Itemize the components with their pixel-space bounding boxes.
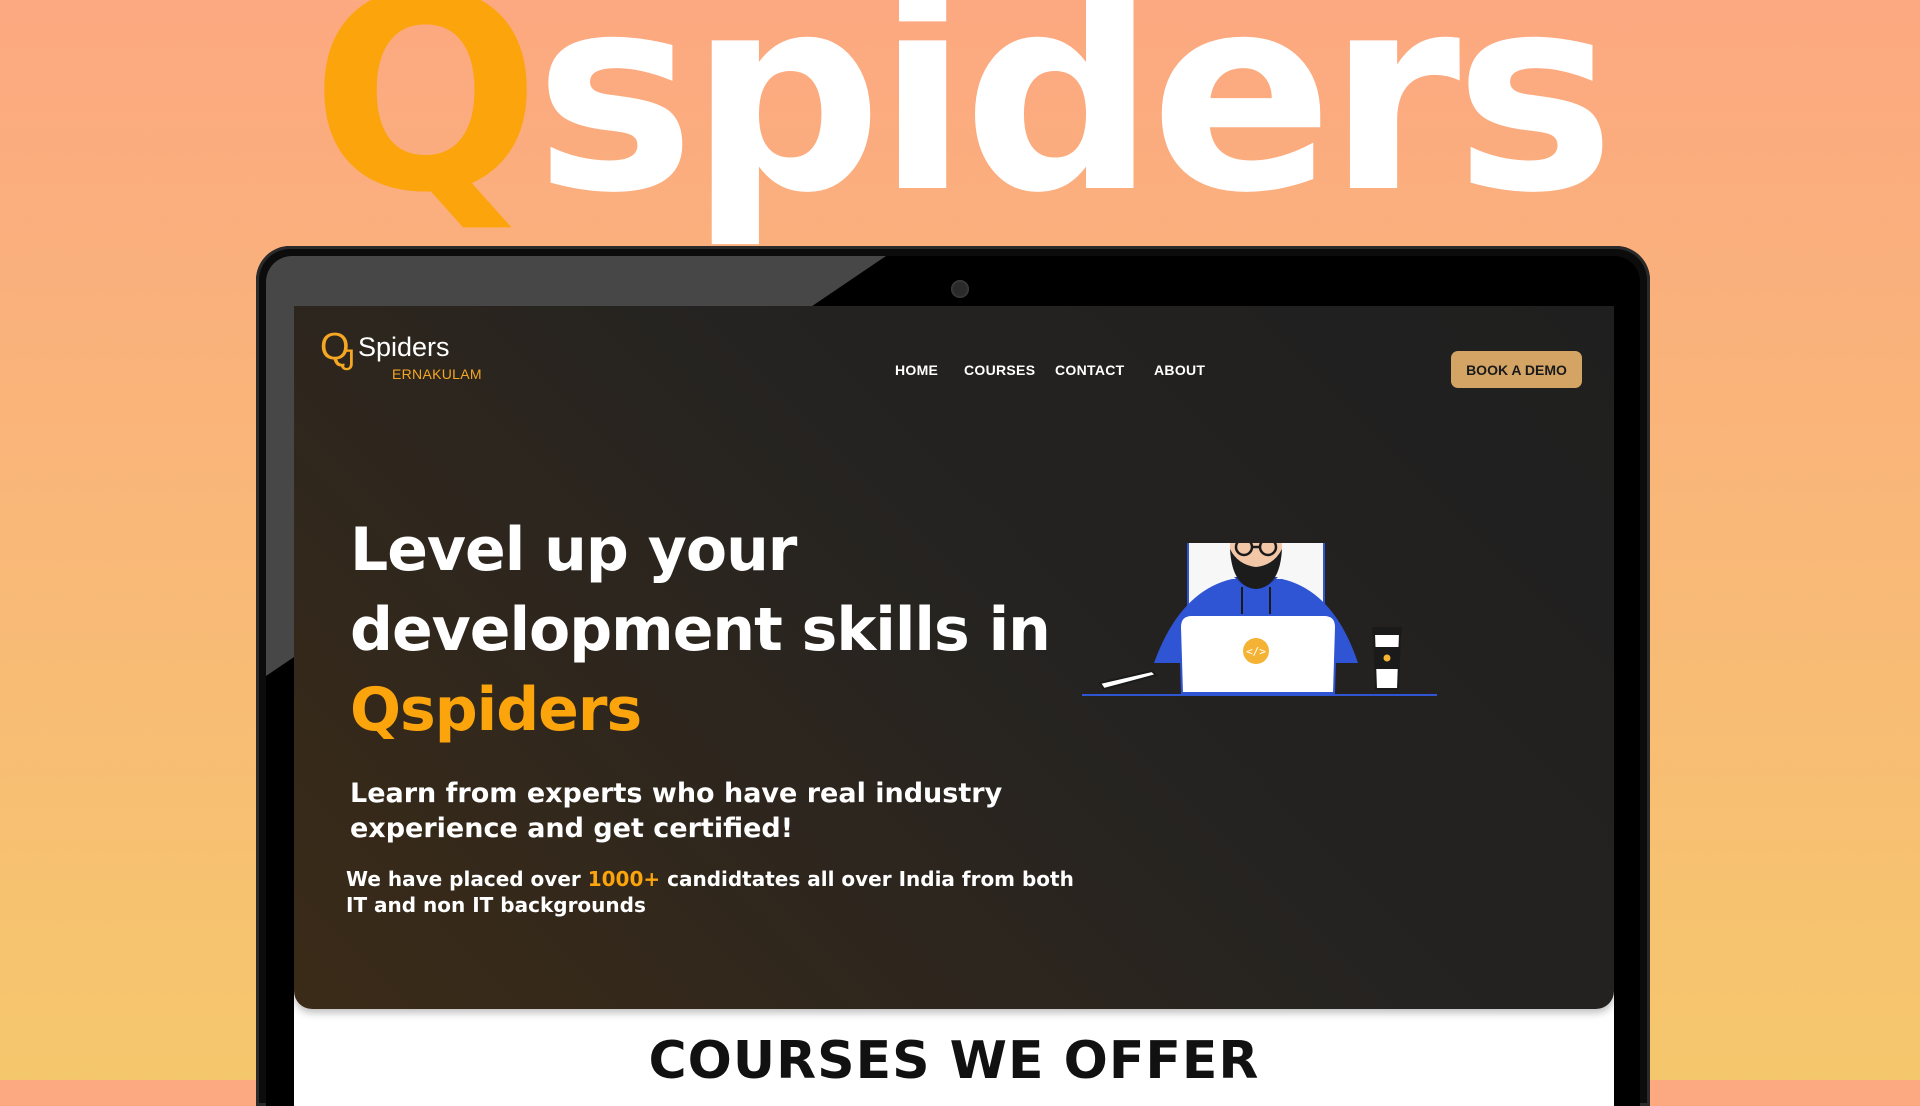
subheading-line2: experience and get certified! bbox=[350, 813, 794, 844]
logo-name: Spiders bbox=[358, 332, 450, 362]
book-demo-button[interactable]: BOOK A DEMO bbox=[1451, 351, 1582, 388]
headline-line2: development skills in bbox=[350, 595, 1051, 665]
placed-count: 1000+ bbox=[587, 867, 661, 891]
webcam-icon bbox=[951, 280, 969, 298]
developer-illustration: </> bbox=[1082, 543, 1437, 696]
website-screen: Q J Spiders ERNAKULAM HOME COURSES CONTA… bbox=[294, 306, 1614, 1106]
coffee-lid bbox=[1372, 627, 1402, 635]
nav-home[interactable]: HOME bbox=[895, 362, 938, 378]
nav-courses[interactable]: COURSES bbox=[964, 362, 1035, 378]
nav-about[interactable]: ABOUT bbox=[1154, 362, 1205, 378]
hero-section: Q J Spiders ERNAKULAM HOME COURSES CONTA… bbox=[294, 306, 1614, 1009]
coffee-logo bbox=[1383, 654, 1391, 662]
headline-line1: Level up your bbox=[350, 515, 797, 585]
hero-subheading: Learn from experts who have real industr… bbox=[350, 776, 1050, 846]
subheading-line1: Learn from experts who have real industr… bbox=[350, 778, 1003, 809]
logo-j: J bbox=[340, 344, 355, 377]
placed-suffix: candidtates all over India from both bbox=[660, 867, 1074, 891]
courses-section-title: COURSES WE OFFER bbox=[648, 1031, 1260, 1091]
nav-contact[interactable]: CONTACT bbox=[1055, 362, 1125, 378]
headline-accent: Qspiders bbox=[350, 675, 642, 745]
logo-location: ERNAKULAM bbox=[392, 366, 482, 382]
placement-text: We have placed over 1000+ candidtates al… bbox=[346, 866, 1106, 918]
placed-line2: IT and non IT backgrounds bbox=[346, 893, 646, 917]
phone-icon bbox=[1098, 669, 1158, 691]
banner-logo-rest: spiders bbox=[534, 0, 1615, 252]
code-icon-label: </> bbox=[1246, 645, 1266, 658]
qspiders-banner-logo: Qspiders bbox=[0, 0, 1920, 230]
banner-logo-q: Q bbox=[310, 0, 541, 252]
laptop-frame: Q J Spiders ERNAKULAM HOME COURSES CONTA… bbox=[256, 246, 1650, 1106]
hero-headline: Level up your development skills in Qspide… bbox=[350, 510, 1051, 750]
laptop-bezel: Q J Spiders ERNAKULAM HOME COURSES CONTA… bbox=[266, 256, 1640, 1106]
placed-prefix: We have placed over bbox=[346, 867, 588, 891]
